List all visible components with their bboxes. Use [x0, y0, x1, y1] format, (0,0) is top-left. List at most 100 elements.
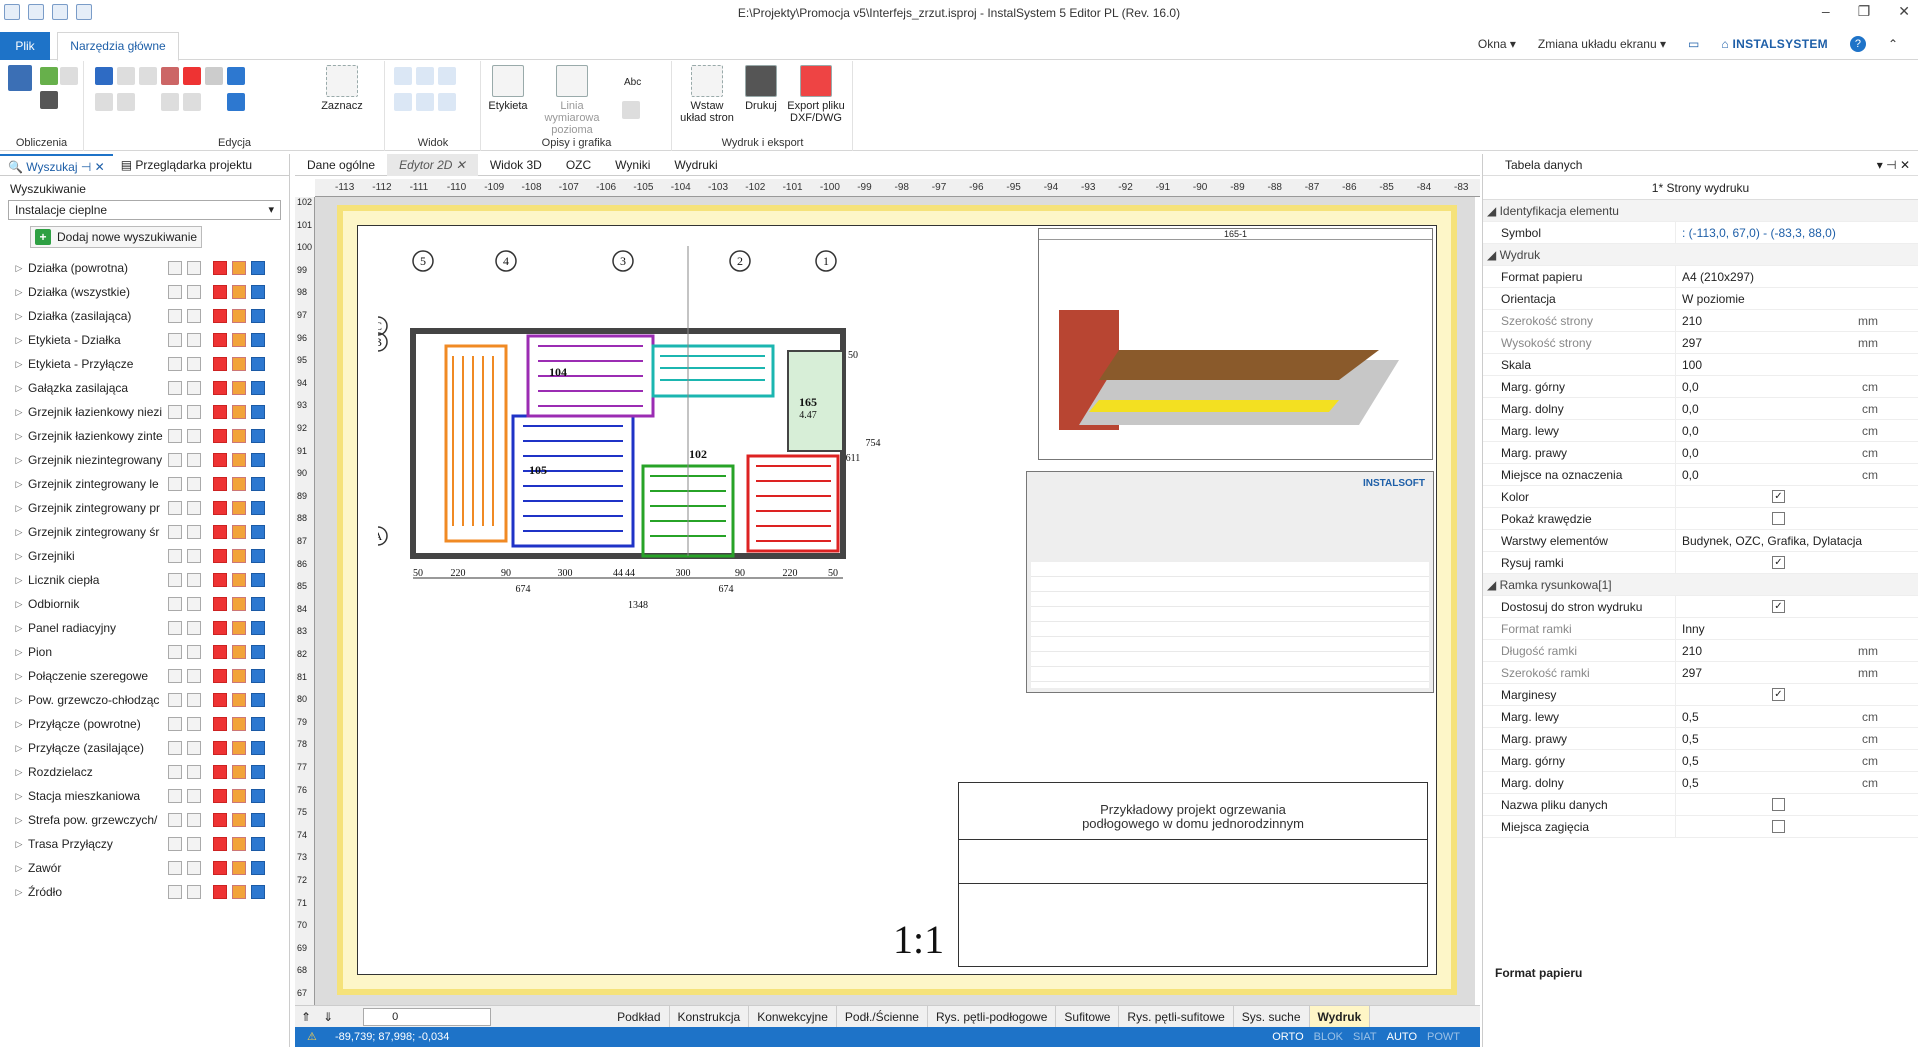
- edit-icon[interactable]: [232, 549, 246, 563]
- copy-icon[interactable]: [251, 693, 265, 707]
- remove-icon[interactable]: [213, 813, 227, 827]
- zoom-in-icon[interactable]: [394, 67, 412, 85]
- tree-item[interactable]: ▷ Grzejnik łazienkowy niezi: [0, 400, 289, 424]
- edit-icon[interactable]: [232, 885, 246, 899]
- select-icon[interactable]: [187, 621, 201, 635]
- copy-icon[interactable]: [251, 765, 265, 779]
- filter-icon[interactable]: [168, 717, 182, 731]
- copy-icon[interactable]: [251, 717, 265, 731]
- filter-icon[interactable]: [168, 477, 182, 491]
- prop-symbol[interactable]: Symbol : (-113,0, 67,0) - (-83,3, 88,0): [1483, 221, 1918, 244]
- expand-icon[interactable]: ▷: [10, 815, 28, 826]
- filter-icon[interactable]: [168, 381, 182, 395]
- table-icon[interactable]: [622, 101, 640, 119]
- tree-item[interactable]: ▷ Odbiornik: [0, 592, 289, 616]
- tree-item[interactable]: ▷ Stacja mieszkaniowa: [0, 784, 289, 808]
- edit-icon[interactable]: [232, 333, 246, 347]
- doc-tab[interactable]: Wydruki: [662, 154, 729, 176]
- copy-icon[interactable]: [251, 285, 265, 299]
- select-icon[interactable]: [187, 333, 201, 347]
- layer-toggle[interactable]: Wydruk: [1309, 1005, 1371, 1028]
- tab-project-browser[interactable]: ▤ Przeglądarka projektu: [113, 154, 260, 176]
- property-value[interactable]: 100: [1675, 353, 1918, 376]
- tree-item[interactable]: ▷ Zawór: [0, 856, 289, 880]
- search-select[interactable]: Instalacje cieplne: [8, 200, 281, 220]
- filter-icon[interactable]: [168, 453, 182, 467]
- select-icon[interactable]: [187, 357, 201, 371]
- zoom-out-icon[interactable]: [416, 67, 434, 85]
- copy-icon[interactable]: [251, 453, 265, 467]
- edit-icon[interactable]: [232, 837, 246, 851]
- cut-icon[interactable]: [161, 67, 179, 85]
- tree-item[interactable]: ▷ Źródło: [0, 880, 289, 904]
- move-icon[interactable]: [205, 67, 223, 85]
- property-row[interactable]: Marg. prawy 0,0 cm: [1483, 441, 1918, 464]
- doc-tab[interactable]: Edytor 2D ✕: [387, 153, 478, 176]
- edit-icon[interactable]: [232, 765, 246, 779]
- snap-mode-toggle[interactable]: BLOK: [1314, 1027, 1343, 1047]
- checkbox[interactable]: ✓: [1772, 687, 1785, 701]
- filter-icon[interactable]: [168, 333, 182, 347]
- remove-icon[interactable]: [213, 597, 227, 611]
- select-icon[interactable]: [187, 765, 201, 779]
- expand-icon[interactable]: ▷: [10, 263, 28, 274]
- edit-icon[interactable]: [232, 861, 246, 875]
- edit-icon[interactable]: [232, 597, 246, 611]
- copy-icon[interactable]: [117, 67, 135, 85]
- expand-icon[interactable]: ▷: [10, 767, 28, 778]
- layer-toggle[interactable]: Rys. pętli-sufitowe: [1119, 1005, 1234, 1028]
- expand-icon[interactable]: ▷: [10, 623, 28, 634]
- property-value[interactable]: [1675, 815, 1918, 838]
- panel-controls[interactable]: ▾ ⊣ ✕: [1877, 154, 1910, 176]
- select-icon[interactable]: [187, 573, 201, 587]
- remove-icon[interactable]: [213, 309, 227, 323]
- select-icon[interactable]: [187, 885, 201, 899]
- remove-icon[interactable]: [213, 261, 227, 275]
- copy-icon[interactable]: [251, 501, 265, 515]
- expand-icon[interactable]: ▷: [10, 599, 28, 610]
- edit-icon[interactable]: [232, 285, 246, 299]
- edit-icon[interactable]: [232, 573, 246, 587]
- expand-icon[interactable]: ▷: [10, 551, 28, 562]
- label-button[interactable]: Etykieta: [486, 65, 530, 112]
- remove-icon[interactable]: [213, 621, 227, 635]
- select-icon[interactable]: [187, 309, 201, 323]
- expand-icon[interactable]: ▷: [10, 839, 28, 850]
- filter-icon[interactable]: [168, 741, 182, 755]
- expand-icon[interactable]: ▷: [10, 287, 28, 298]
- select-icon[interactable]: [187, 501, 201, 515]
- copy-icon[interactable]: [251, 597, 265, 611]
- copy-icon[interactable]: [251, 549, 265, 563]
- select-icon[interactable]: [187, 693, 201, 707]
- filter-icon[interactable]: [168, 261, 182, 275]
- remove-icon[interactable]: [213, 453, 227, 467]
- copy-icon[interactable]: [251, 789, 265, 803]
- select-icon[interactable]: [187, 813, 201, 827]
- select-icon[interactable]: [187, 645, 201, 659]
- tree-item[interactable]: ▷ Grzejniki: [0, 544, 289, 568]
- remove-icon[interactable]: [213, 333, 227, 347]
- copy-icon[interactable]: [251, 381, 265, 395]
- snap-mode-toggle[interactable]: POWT: [1427, 1027, 1460, 1047]
- remove-icon[interactable]: [213, 357, 227, 371]
- checkbox[interactable]: ✓: [1772, 599, 1785, 613]
- tree-item[interactable]: ▷ Gałązka zasilająca: [0, 376, 289, 400]
- remove-icon[interactable]: [213, 381, 227, 395]
- property-row[interactable]: Format ramki Inny: [1483, 617, 1918, 640]
- select-icon[interactable]: [187, 717, 201, 731]
- property-value[interactable]: 0,0 cm: [1675, 397, 1918, 420]
- property-row[interactable]: Marg. lewy 0,5 cm: [1483, 705, 1918, 728]
- filter-icon[interactable]: [168, 861, 182, 875]
- remove-icon[interactable]: [213, 669, 227, 683]
- tree-item[interactable]: ▷ Działka (zasilająca): [0, 304, 289, 328]
- snap-mode-toggle[interactable]: AUTO: [1387, 1027, 1417, 1047]
- property-value[interactable]: ✓: [1675, 595, 1918, 618]
- remove-icon[interactable]: [213, 837, 227, 851]
- select-icon[interactable]: [187, 261, 201, 275]
- expand-icon[interactable]: ▷: [10, 311, 28, 322]
- property-row[interactable]: Marg. dolny 0,0 cm: [1483, 397, 1918, 420]
- edit-icon[interactable]: [232, 309, 246, 323]
- rotate-icon[interactable]: [227, 67, 245, 85]
- help-icon[interactable]: ?: [1849, 36, 1866, 52]
- property-row[interactable]: Pokaż krawędzie: [1483, 507, 1918, 530]
